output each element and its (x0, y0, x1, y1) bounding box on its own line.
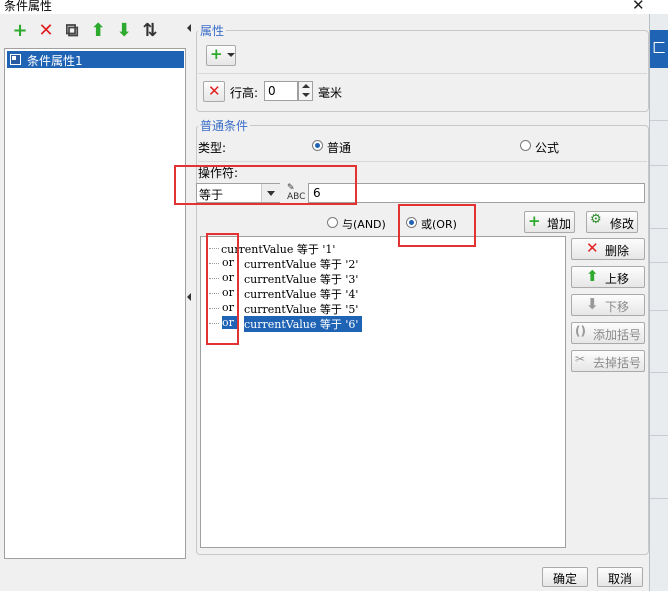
tree-item-condition-1[interactable]: 条件属性1 (7, 51, 184, 68)
dialog-footer: 确定 取消 (0, 559, 649, 591)
cancel-label: 取消 (608, 572, 633, 586)
modify-condition-label: 修改 (610, 217, 635, 231)
tree-item-label: 条件属性1 (27, 54, 83, 68)
add-icon: + (528, 212, 541, 230)
background-tab: 匚 (650, 30, 668, 68)
condition-list[interactable]: currentValue 等于 '1' or currentValue 等于 '… (200, 236, 566, 548)
remove-bracket-icon: ✂ (575, 352, 586, 366)
background-window (649, 14, 668, 591)
background-divider (650, 228, 668, 229)
background-divider (650, 498, 668, 499)
title-bar (0, 0, 668, 14)
move-up-button[interactable]: ⬆ 上移 (571, 266, 645, 288)
collapse-left-icon[interactable] (187, 24, 191, 32)
arrow-down-icon: ⬇ (586, 295, 599, 313)
condition-text: currentValue 等于 '4' (244, 288, 359, 301)
type-option-formula: 公式 (535, 141, 560, 155)
cancel-button[interactable]: 取消 (597, 567, 643, 587)
copy-icon[interactable]: ⧉ (61, 20, 83, 42)
type-label: 类型: (198, 141, 227, 155)
annotation-box-or (398, 204, 476, 247)
condition-node-icon (10, 54, 21, 65)
spin-down-icon[interactable] (302, 93, 310, 97)
add-bracket-button[interactable]: () 添加括号 (571, 322, 645, 344)
delete-icon: ✕ (208, 82, 221, 100)
move-down-icon[interactable]: ⬇ (113, 20, 135, 42)
left-toolbar: + ✕ ⧉ ⬆ ⬇ ⇅ (4, 20, 186, 46)
move-up-icon[interactable]: ⬆ (87, 20, 109, 42)
background-divider (650, 165, 668, 166)
condition-text: currentValue 等于 '3' (244, 273, 359, 286)
divider (198, 73, 647, 74)
divider (198, 161, 647, 162)
modify-icon: ⚙ (590, 212, 602, 227)
row-height-label: 行高: (230, 86, 259, 100)
sort-az-icon[interactable]: ⇅ (139, 20, 161, 42)
annotation-box-or-column (206, 233, 239, 345)
ok-button[interactable]: 确定 (542, 567, 588, 587)
annotation-box-operator (174, 165, 357, 205)
arrow-up-icon: ⬆ (586, 267, 599, 285)
delete-icon[interactable]: ✕ (35, 20, 57, 42)
properties-group-title: 属性 (198, 22, 227, 39)
logic-radio-and[interactable] (327, 217, 338, 228)
type-option-normal: 普通 (327, 141, 352, 155)
background-divider (650, 262, 668, 263)
modify-condition-button[interactable]: ⚙ 修改 (586, 211, 638, 233)
background-divider (650, 372, 668, 373)
delete-condition-button[interactable]: ✕ 删除 (571, 238, 645, 260)
type-radio-formula[interactable] (520, 140, 531, 151)
background-divider (650, 310, 668, 311)
value-input[interactable]: 6 (308, 183, 645, 203)
remove-bracket-label: 去掉括号 (593, 356, 642, 370)
add-condition-label: 增加 (547, 217, 572, 231)
add-condition-button[interactable]: + 增加 (524, 211, 575, 233)
row-height-input[interactable]: 0 (264, 81, 298, 101)
bracket-icon: () (575, 324, 586, 338)
row-height-spinner[interactable] (298, 81, 313, 101)
window-title: 条件属性 (4, 0, 53, 13)
background-divider (650, 435, 668, 436)
condition-text: currentValue 等于 '6' (244, 316, 363, 332)
add-bracket-label: 添加括号 (593, 328, 642, 342)
remove-property-button[interactable]: ✕ (203, 81, 225, 102)
spin-up-icon[interactable] (302, 84, 310, 88)
move-down-label: 下移 (605, 300, 630, 314)
ok-label: 确定 (553, 572, 578, 586)
condition-tree[interactable]: 条件属性1 (4, 48, 186, 559)
background-divider (650, 120, 668, 121)
add-icon[interactable]: + (9, 20, 31, 42)
add-icon: + (210, 45, 223, 63)
row-height-unit: 毫米 (318, 86, 343, 100)
logic-option-and: 与(AND) (342, 218, 386, 231)
add-property-button[interactable]: + (206, 45, 236, 66)
general-group-title: 普通条件 (198, 117, 251, 134)
delete-label: 删除 (605, 244, 630, 258)
close-icon[interactable]: ✕ (632, 0, 645, 14)
condition-text: currentValue 等于 '2' (244, 258, 359, 271)
condition-text: currentValue 等于 '5' (244, 303, 359, 316)
delete-icon: ✕ (586, 239, 599, 257)
row-height-value: 0 (268, 84, 276, 98)
remove-bracket-button[interactable]: ✂ 去掉括号 (571, 350, 645, 372)
move-down-button[interactable]: ⬇ 下移 (571, 294, 645, 316)
type-radio-normal[interactable] (312, 140, 323, 151)
move-up-label: 上移 (605, 272, 630, 286)
chevron-down-icon (227, 53, 235, 57)
collapse-left-icon[interactable] (187, 293, 191, 301)
panel-splitter[interactable] (186, 20, 192, 560)
